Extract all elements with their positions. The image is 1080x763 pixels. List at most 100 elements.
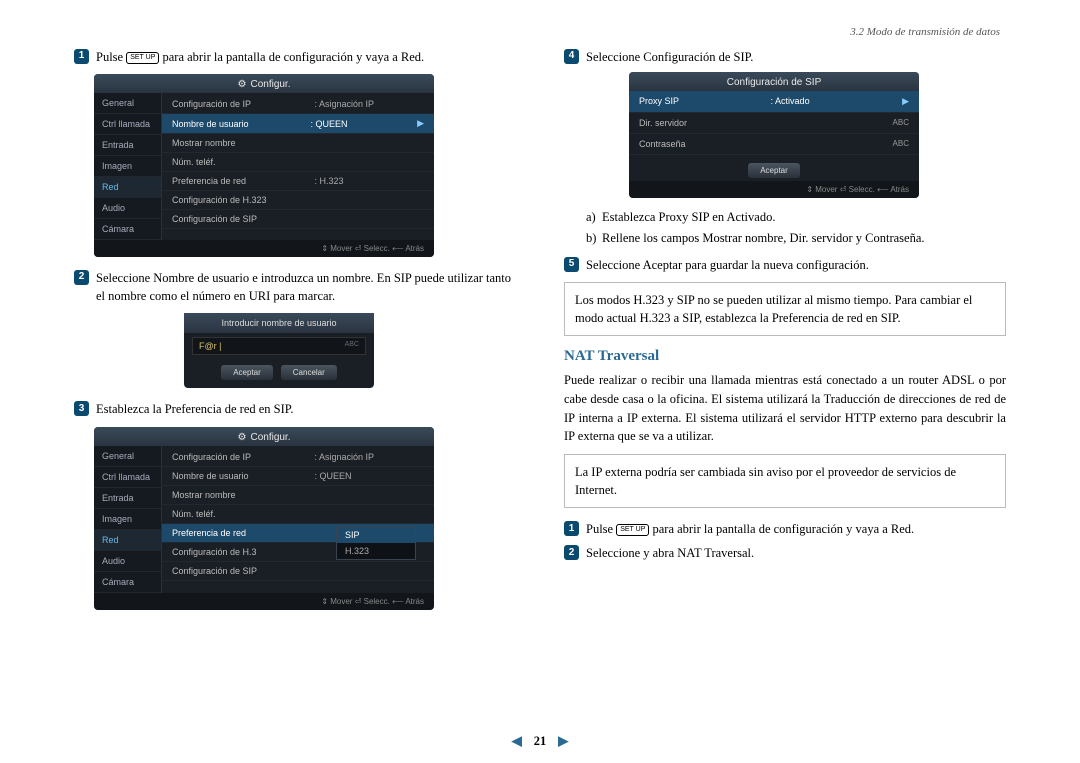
left-column: 1 Pulse SET UP para abrir la pantalla de…: [74, 48, 516, 622]
config-row[interactable]: Nombre de usuario: QUEEN: [162, 467, 434, 486]
step-4: 4 Seleccione Configuración de SIP.: [564, 48, 1006, 66]
screenshot-footer: ⇕ Mover ⏎ Selecc. ⟵ Atrás: [94, 593, 434, 610]
title-text: Configur.: [250, 432, 290, 443]
config-row[interactable]: Configuración de H.323: [162, 191, 434, 210]
row-key: Nombre de usuario: [172, 471, 314, 481]
sidebar-item[interactable]: Cámara: [94, 572, 161, 593]
dialog-title: Introducir nombre de usuario: [184, 313, 374, 333]
config-row[interactable]: Núm. teléf.: [162, 153, 434, 172]
step-5-text: Seleccione Aceptar para guardar la nueva…: [586, 256, 1006, 274]
sip-row-highlighted[interactable]: Proxy SIP: Activado▶: [629, 91, 919, 113]
row-key: Contraseña: [639, 139, 893, 149]
sidebar-item[interactable]: General: [94, 93, 161, 114]
text: para abrir la pantalla de configuración …: [653, 522, 915, 536]
config-screenshot-3: ⚙Configur. General Ctrl llamada Entrada …: [94, 427, 434, 610]
config-row[interactable]: Configuración de SIP: [162, 210, 434, 229]
sidebar-item[interactable]: Imagen: [94, 156, 161, 177]
sidebar-item[interactable]: Imagen: [94, 509, 161, 530]
config-row[interactable]: Configuración de IP: Asignación IP: [162, 95, 434, 114]
config-row[interactable]: Configuración de IP: Asignación IP: [162, 448, 434, 467]
row-val: : QUEEN: [314, 471, 424, 481]
row-val: : Activado: [771, 96, 903, 107]
sidebar-item[interactable]: Ctrl llamada: [94, 467, 161, 488]
sidebar-item[interactable]: Cámara: [94, 219, 161, 240]
sidebar-item[interactable]: Ctrl llamada: [94, 114, 161, 135]
screenshot-footer: ⇕ Mover ⏎ Selecc. ⟵ Atrás: [94, 240, 434, 257]
sidebar: General Ctrl llamada Entrada Imagen Red …: [94, 93, 162, 240]
row-val: : H.323: [314, 176, 424, 186]
step-3-text: Establezca la Preferencia de red en SIP.: [96, 400, 516, 418]
page-navigation: ◀ 21 ▶: [512, 733, 569, 749]
username-input[interactable]: F@r | ABC: [192, 337, 366, 355]
note-box-1: Los modos H.323 y SIP no se pueden utili…: [564, 282, 1006, 336]
config-row[interactable]: Núm. teléf.: [162, 505, 434, 524]
sip-config-screenshot: Configuración de SIP Proxy SIP: Activado…: [629, 72, 919, 198]
section-header: 3.2 Modo de transmisión de datos: [850, 26, 1000, 38]
row-key: Configuración de SIP: [172, 214, 314, 224]
page-columns: 1 Pulse SET UP para abrir la pantalla de…: [0, 0, 1080, 632]
right-column: 4 Seleccione Configuración de SIP. Confi…: [564, 48, 1006, 622]
step-2-text: Seleccione Nombre de usuario e introduzc…: [96, 269, 516, 305]
config-row[interactable]: Preferencia de red: H.323: [162, 172, 434, 191]
screenshot-title: Configuración de SIP: [629, 72, 919, 91]
accept-button[interactable]: Aceptar: [748, 163, 800, 178]
sidebar-item[interactable]: Audio: [94, 551, 161, 572]
cancel-button[interactable]: Cancelar: [281, 365, 337, 380]
step-badge: 1: [74, 49, 89, 64]
substep-b: b)Rellene los campos Mostrar nombre, Dir…: [586, 229, 1006, 248]
text: para abrir la pantalla de configuración …: [163, 50, 425, 64]
row-key: Configuración de H.323: [172, 195, 314, 205]
username-input-screenshot: Introducir nombre de usuario F@r | ABC A…: [184, 313, 374, 388]
arrow-right-icon: ▶: [417, 118, 424, 129]
arrow-right-icon: ▶: [902, 96, 909, 107]
row-key: Proxy SIP: [639, 96, 771, 107]
config-row-highlighted[interactable]: Nombre de usuario: QUEEN▶: [162, 114, 434, 134]
row-key: Preferencia de red: [172, 176, 314, 186]
prev-page-button[interactable]: ◀: [512, 733, 522, 749]
sidebar-item-selected[interactable]: Red: [94, 530, 161, 551]
next-page-button[interactable]: ▶: [558, 733, 568, 749]
sidebar-item[interactable]: Entrada: [94, 135, 161, 156]
step-3: 3 Establezca la Preferencia de red en SI…: [74, 400, 516, 418]
step-text: Seleccione y abra NAT Traversal.: [586, 544, 1006, 562]
sidebar-item-selected[interactable]: Red: [94, 177, 161, 198]
step-4-text: Seleccione Configuración de SIP.: [586, 48, 1006, 66]
sidebar: General Ctrl llamada Entrada Imagen Red …: [94, 446, 162, 593]
step-2: 2 Seleccione Nombre de usuario e introdu…: [74, 269, 516, 305]
config-row[interactable]: Mostrar nombre: [162, 486, 434, 505]
nat-body-text: Puede realizar o recibir una llamada mie…: [564, 371, 1006, 446]
sidebar-item[interactable]: General: [94, 446, 161, 467]
text: Rellene los campos Mostrar nombre, Dir. …: [602, 231, 925, 245]
row-val: ABC: [893, 118, 909, 128]
dropdown-option-selected[interactable]: SIP: [337, 527, 415, 543]
row-key: Configuración de IP: [172, 452, 314, 462]
row-val: : Asignación IP: [314, 99, 424, 109]
sip-row[interactable]: ContraseñaABC: [629, 134, 919, 155]
sidebar-item[interactable]: Audio: [94, 198, 161, 219]
step-badge: 2: [564, 545, 579, 560]
dropdown-option[interactable]: H.323: [337, 543, 415, 559]
input-value: F@r |: [199, 341, 221, 351]
preference-dropdown[interactable]: SIP H.323: [336, 526, 416, 560]
step-2-nat: 2 Seleccione y abra NAT Traversal.: [564, 544, 1006, 562]
text: Pulse: [586, 522, 616, 536]
step-badge: 5: [564, 257, 579, 272]
page-number: 21: [534, 734, 547, 749]
accept-button[interactable]: Aceptar: [221, 365, 273, 380]
screenshot-title: ⚙Configur.: [94, 74, 434, 93]
row-key: Mostrar nombre: [172, 490, 424, 500]
row-key: Mostrar nombre: [172, 138, 314, 148]
row-val: ABC: [893, 139, 909, 149]
note-box-2: La IP externa podría ser cambiada sin av…: [564, 454, 1006, 508]
sip-row[interactable]: Dir. servidorABC: [629, 113, 919, 134]
step-badge: 3: [74, 401, 89, 416]
config-row[interactable]: Configuración de SIP: [162, 562, 434, 581]
sidebar-item[interactable]: Entrada: [94, 488, 161, 509]
setup-key-icon: SET UP: [616, 524, 649, 536]
config-row[interactable]: Mostrar nombre: [162, 134, 434, 153]
config-rows: Configuración de IP: Asignación IP Nombr…: [162, 93, 434, 240]
gear-icon: ⚙: [238, 79, 247, 90]
row-key: Nombre de usuario: [172, 119, 311, 129]
row-key: Configuración de IP: [172, 99, 314, 109]
row-key: Núm. teléf.: [172, 157, 314, 167]
